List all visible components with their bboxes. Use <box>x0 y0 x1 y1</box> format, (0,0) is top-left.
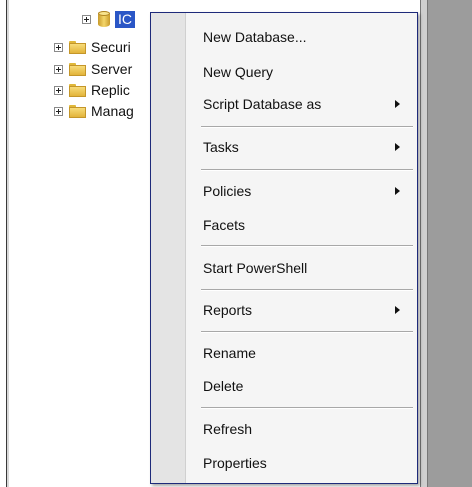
expand-icon[interactable] <box>54 85 63 95</box>
menu-item-label: Policies <box>203 183 252 199</box>
menu-separator <box>201 407 413 409</box>
menu-item-label: Delete <box>203 378 244 394</box>
menu-separator <box>201 289 413 291</box>
tree-node-security[interactable]: Securi <box>54 37 131 57</box>
expand-icon[interactable] <box>82 14 91 24</box>
context-menu: New Database... New Query Script Databas… <box>150 12 418 484</box>
tree-node-database[interactable]: IC <box>82 9 135 29</box>
menu-item-label: New Database... <box>203 29 307 45</box>
tree-left-border-shadow <box>7 0 9 487</box>
tree-node-management[interactable]: Manag <box>54 101 134 121</box>
submenu-arrow-icon <box>395 306 400 314</box>
folder-icon <box>69 62 86 76</box>
expand-icon[interactable] <box>54 64 63 74</box>
menu-icon-gutter <box>151 13 186 483</box>
expand-icon[interactable] <box>54 42 63 52</box>
submenu-arrow-icon <box>395 187 400 195</box>
menu-item-label: Script Database as <box>203 96 322 112</box>
menu-item-label: Properties <box>203 455 267 471</box>
menu-item-label: Reports <box>203 302 253 318</box>
menu-item-policies[interactable]: Policies <box>187 179 415 203</box>
expand-icon[interactable] <box>54 106 63 116</box>
tree-node-server[interactable]: Server <box>54 59 132 79</box>
tree-node-label[interactable]: Manag <box>91 103 134 119</box>
menu-item-label: Refresh <box>203 421 253 437</box>
menu-item-facets[interactable]: Facets <box>187 213 415 237</box>
menu-separator <box>201 245 413 247</box>
menu-item-script-database-as[interactable]: Script Database as <box>187 92 415 116</box>
tree-node-label[interactable]: Replic <box>91 82 130 98</box>
menu-separator <box>201 169 413 171</box>
database-icon <box>97 10 111 28</box>
menu-item-tasks[interactable]: Tasks <box>187 135 415 159</box>
pane-splitter[interactable] <box>420 0 428 487</box>
tree-node-label[interactable]: Server <box>91 61 132 77</box>
folder-icon <box>69 40 86 54</box>
menu-item-properties[interactable]: Properties <box>187 451 415 475</box>
folder-icon <box>69 104 86 118</box>
menu-item-delete[interactable]: Delete <box>187 374 415 398</box>
menu-item-label: Rename <box>203 345 256 361</box>
submenu-arrow-icon <box>395 100 400 108</box>
menu-item-label: Start PowerShell <box>203 260 308 276</box>
right-pane <box>420 0 472 487</box>
tree-node-replication[interactable]: Replic <box>54 80 130 100</box>
folder-icon <box>69 83 86 97</box>
menu-item-label: Tasks <box>203 139 239 155</box>
submenu-arrow-icon <box>395 143 400 151</box>
menu-separator <box>201 126 413 128</box>
menu-item-new-query[interactable]: New Query <box>187 60 415 84</box>
menu-item-refresh[interactable]: Refresh <box>187 417 415 441</box>
menu-separator <box>201 331 413 333</box>
menu-item-reports[interactable]: Reports <box>187 298 415 322</box>
menu-item-label: Facets <box>203 217 246 233</box>
menu-item-start-powershell[interactable]: Start PowerShell <box>187 256 415 280</box>
tree-node-label[interactable]: IC <box>115 10 135 28</box>
tree-node-label[interactable]: Securi <box>91 39 131 55</box>
menu-item-new-database[interactable]: New Database... <box>187 25 415 49</box>
menu-item-label: New Query <box>203 64 274 80</box>
tree-left-border <box>0 0 7 487</box>
menu-item-rename[interactable]: Rename <box>187 341 415 365</box>
